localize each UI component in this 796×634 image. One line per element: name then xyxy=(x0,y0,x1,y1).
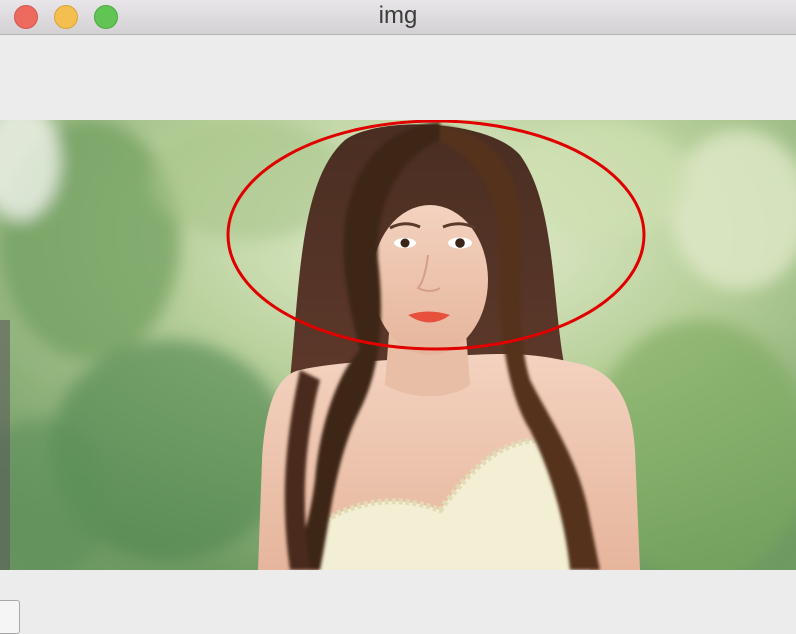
photo xyxy=(0,120,796,570)
image-display xyxy=(0,120,796,570)
bottom-area xyxy=(0,570,796,634)
left-edge-post xyxy=(0,320,10,570)
trackbar-handle[interactable] xyxy=(0,600,20,634)
window-title: img xyxy=(378,2,418,29)
top-toolbar-area xyxy=(0,35,796,120)
title-bar: img xyxy=(0,0,796,35)
